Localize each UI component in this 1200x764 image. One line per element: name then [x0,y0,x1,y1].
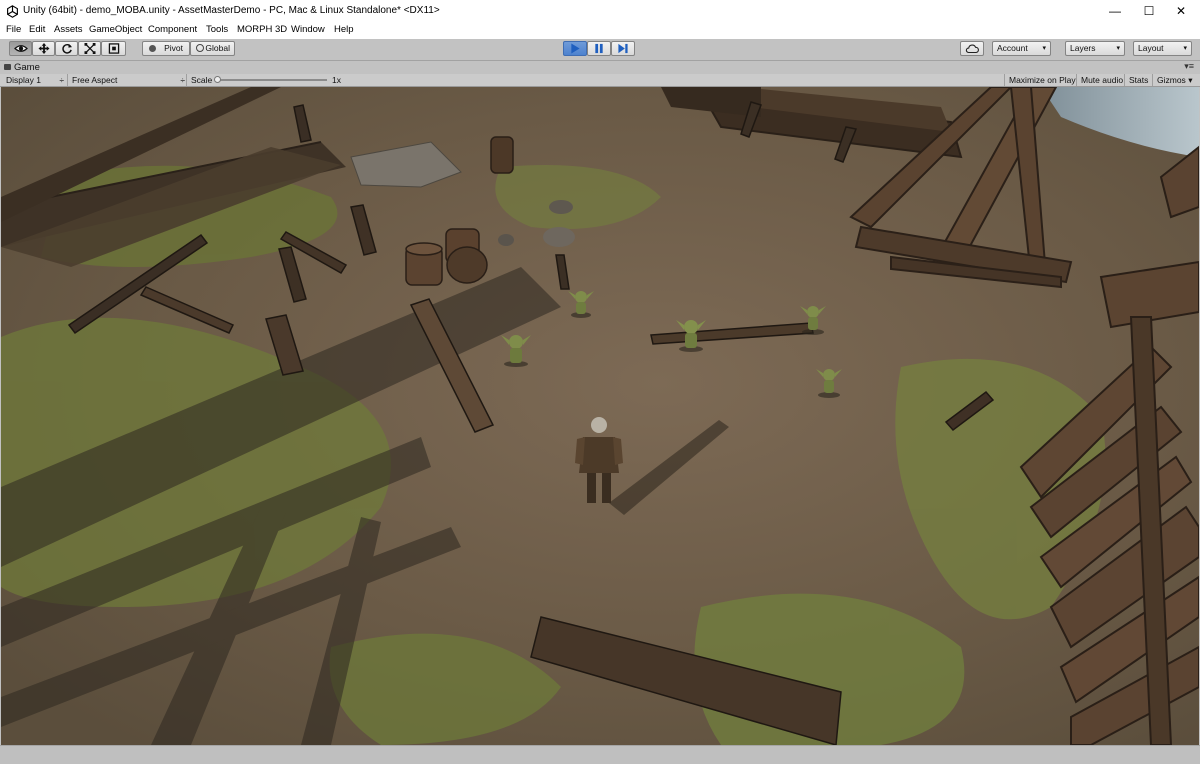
step-button[interactable] [611,41,635,56]
chevron-down-icon: ▾ [1188,75,1193,85]
scale-slider[interactable] [215,79,327,81]
layers-label: Layers [1070,43,1096,53]
stats-toggle[interactable]: Stats [1124,74,1152,86]
game-view-controls: Display 1 ÷ Free Aspect ÷ Scale 1x Maxim… [0,74,1200,87]
move-tool-button[interactable] [32,41,55,56]
menu-tools[interactable]: Tools [206,24,228,35]
rect-tool-button[interactable] [101,41,126,56]
global-label: Global [205,43,230,53]
aspect-label: Free Aspect [72,75,118,85]
layout-dropdown[interactable]: Layout ▾ [1133,41,1192,56]
menu-assets[interactable]: Assets [54,24,83,35]
menu-gameobject[interactable]: GameObject [89,24,142,35]
menu-edit[interactable]: Edit [29,24,45,35]
tab-menu-icon[interactable]: ▾≡ [1184,61,1194,72]
menu-window[interactable]: Window [291,24,325,35]
window-title: Unity (64bit) - demo_MOBA.unity - AssetM… [23,5,440,16]
scale-label: Scale [186,74,216,86]
gizmos-label: Gizmos [1157,75,1186,85]
game-tab[interactable]: Game [4,62,40,73]
layers-dropdown[interactable]: Layers ▾ [1065,41,1125,56]
pivot-toggle[interactable]: Pivot [142,41,190,56]
eye-icon [13,45,28,52]
globe-icon [196,44,204,52]
play-icon [571,43,580,54]
game-scene [1,87,1199,745]
rotate-tool-button[interactable] [55,41,78,56]
unity-logo-icon [7,5,18,18]
scale-slider-thumb[interactable] [214,76,221,83]
scale-value: 1x [332,75,341,85]
game-tab-bar: Game ▾≡ [0,61,1200,74]
collab-cloud-button[interactable] [960,41,984,56]
aspect-dropdown[interactable]: Free Aspect ÷ [67,74,185,86]
view-tool-button[interactable] [9,41,32,56]
status-bar [0,745,1200,764]
pause-icon [595,43,603,54]
close-button[interactable]: ✕ [1158,0,1200,23]
menu-bar: File Edit Assets GameObject Component To… [0,23,1200,39]
pivot-label: Pivot [164,43,183,53]
rotate-icon [61,43,72,54]
layout-label: Layout [1138,43,1164,53]
move-arrows-icon [38,43,49,54]
maximize-on-play-toggle[interactable]: Maximize on Play [1004,74,1080,86]
chevron-down-icon: ▾ [1042,45,1046,52]
global-toggle[interactable]: Global [190,41,235,56]
gizmos-dropdown[interactable]: Gizmos ▾ [1152,74,1196,86]
menu-morph-3d[interactable]: MORPH 3D [237,24,287,35]
window-title-bar: Unity (64bit) - demo_MOBA.unity - AssetM… [0,0,1200,24]
cloud-icon [965,44,979,54]
rect-icon [108,43,119,54]
main-toolbar: Pivot Global Account ▾ Layers ▾ Layout ▾ [0,39,1200,61]
menu-component[interactable]: Component [148,24,197,35]
camera-icon [4,64,11,70]
chevron-down-icon: ▾ [1116,45,1120,52]
scale-tool-button[interactable] [78,41,101,56]
game-tab-label: Game [14,62,40,73]
menu-file[interactable]: File [6,24,21,35]
display-label: Display 1 [6,75,41,85]
chevron-down-icon: ▾ [1183,45,1187,52]
pivot-icon [149,45,156,52]
scale-icon [84,43,95,54]
account-dropdown[interactable]: Account ▾ [992,41,1051,56]
chevron-updown-icon: ÷ [180,75,185,85]
pause-button[interactable] [587,41,611,56]
account-label: Account [997,43,1028,53]
game-viewport[interactable] [1,87,1199,745]
display-dropdown[interactable]: Display 1 ÷ [6,74,64,86]
step-icon [618,43,628,54]
mute-audio-toggle[interactable]: Mute audio [1076,74,1127,86]
menu-help[interactable]: Help [334,24,354,35]
chevron-updown-icon: ÷ [59,75,64,85]
play-button[interactable] [563,41,587,56]
